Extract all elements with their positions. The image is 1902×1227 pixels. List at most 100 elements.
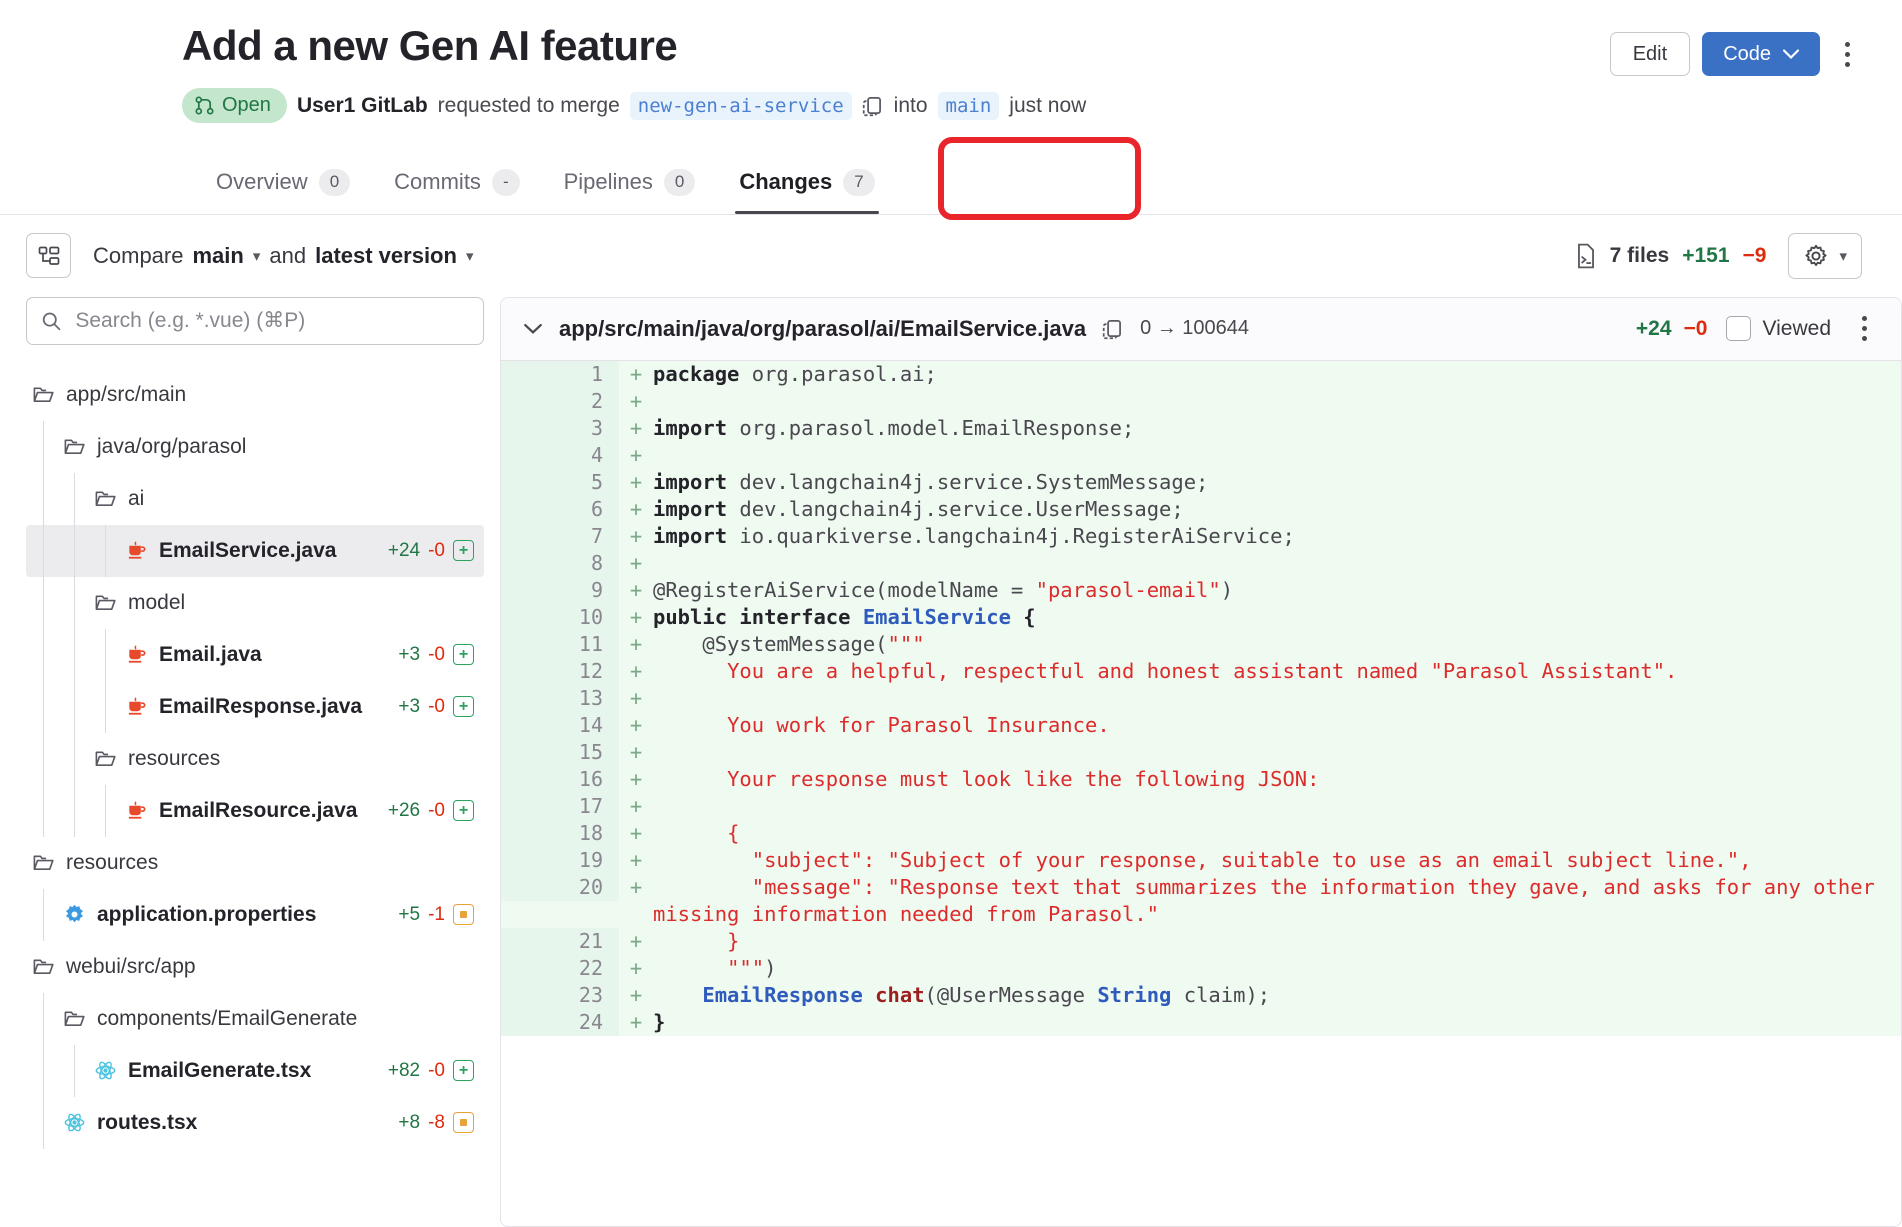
copy-path-icon[interactable] xyxy=(1102,317,1124,341)
diff-line[interactable]: 6+import dev.langchain4j.service.UserMes… xyxy=(501,496,1901,523)
tree-indent-guide xyxy=(43,993,44,1149)
code-token: claim); xyxy=(1171,983,1270,1007)
diff-line[interactable]: 18+ { xyxy=(501,820,1901,847)
diff-line-sign: + xyxy=(619,604,653,631)
code-token: import xyxy=(653,416,727,440)
diff-line-sign: + xyxy=(619,496,653,523)
diff-file-additions: +24 xyxy=(1636,317,1672,341)
code-token: (@UserMessage xyxy=(925,983,1098,1007)
diff-file-menu-button[interactable] xyxy=(1849,312,1879,346)
diff-line[interactable]: 11+ @SystemMessage(""" xyxy=(501,631,1901,658)
tree-item-label: java/org/parasol xyxy=(97,435,246,459)
tab-changes[interactable]: Changes7 xyxy=(719,157,894,213)
diff-line[interactable]: 22+ """) xyxy=(501,955,1901,982)
code-button[interactable]: Code xyxy=(1702,32,1820,76)
diff-line[interactable]: 14+ You work for Parasol Insurance. xyxy=(501,712,1901,739)
diff-line[interactable]: 4+ xyxy=(501,442,1901,469)
tree-file-application-properties[interactable]: application.properties+5-1 xyxy=(26,889,484,941)
target-branch[interactable]: main xyxy=(938,92,1000,120)
diff-line-number: 22 xyxy=(501,955,619,982)
diff-file-path[interactable]: app/src/main/java/org/parasol/ai/EmailSe… xyxy=(559,316,1086,342)
tree-item-additions: +24 xyxy=(388,540,420,562)
tree-folder-resources[interactable]: resources xyxy=(26,837,484,889)
tree-item-label: ai xyxy=(128,487,144,511)
tree-item-icon-slot xyxy=(63,1007,97,1030)
code-token: "message": "Response text that summarize… xyxy=(653,875,1887,926)
diff-line[interactable]: 13+ xyxy=(501,685,1901,712)
compare-base-ref[interactable]: main xyxy=(192,243,243,269)
tree-item-label: routes.tsx xyxy=(97,1111,197,1135)
diff-line-number: 9 xyxy=(501,577,619,604)
diff-line[interactable]: 9+@RegisterAiService(modelName = "paraso… xyxy=(501,577,1901,604)
diff-line-number: 5 xyxy=(501,469,619,496)
tree-folder-java-org-parasol[interactable]: java/org/parasol xyxy=(26,421,484,473)
viewed-toggle[interactable]: Viewed xyxy=(1726,316,1832,341)
merge-request-icon xyxy=(195,96,214,115)
search-icon xyxy=(41,310,61,332)
file-search-input[interactable] xyxy=(73,308,469,334)
diff-line[interactable]: 20+ "message": "Response text that summa… xyxy=(501,874,1901,928)
diff-line[interactable]: 16+ Your response must look like the fol… xyxy=(501,766,1901,793)
diff-line[interactable]: 12+ You are a helpful, respectful and ho… xyxy=(501,658,1901,685)
diff-line[interactable]: 24+} xyxy=(501,1009,1901,1036)
diff-settings-button[interactable]: ▾ xyxy=(1788,233,1862,279)
diff-line-content: import io.quarkiverse.langchain4j.Regist… xyxy=(653,523,1901,550)
tree-item-deletions: -0 xyxy=(428,1060,445,1082)
diff-line[interactable]: 15+ xyxy=(501,739,1901,766)
edit-button[interactable]: Edit xyxy=(1610,32,1690,76)
diff-line[interactable]: 5+import dev.langchain4j.service.SystemM… xyxy=(501,469,1901,496)
tree-folder-app-src-main[interactable]: app/src/main xyxy=(26,369,484,421)
tree-file-emailgenerate-tsx[interactable]: EmailGenerate.tsx+82-0 xyxy=(26,1045,484,1097)
tree-item-additions: +3 xyxy=(398,696,420,718)
diff-line[interactable]: 8+ xyxy=(501,550,1901,577)
file-search-box[interactable] xyxy=(26,297,484,345)
tree-folder-components-emailgenerate[interactable]: components/EmailGenerate xyxy=(26,993,484,1045)
tree-file-emailresponse-java[interactable]: EmailResponse.java+3-0 xyxy=(26,681,484,733)
diff-line[interactable]: 7+import io.quarkiverse.langchain4j.Regi… xyxy=(501,523,1901,550)
diff-line[interactable]: 23+ EmailResponse chat(@UserMessage Stri… xyxy=(501,982,1901,1009)
tree-file-emailservice-java[interactable]: EmailService.java+24-0 xyxy=(26,525,484,577)
diff-line-content: Your response must look like the followi… xyxy=(653,766,1901,793)
compare-head-caret-icon[interactable]: ▾ xyxy=(466,247,474,265)
tree-folder-resources[interactable]: resources xyxy=(26,733,484,785)
tree-folder-ai[interactable]: ai xyxy=(26,473,484,525)
diff-line-content xyxy=(653,685,1901,712)
tree-indent-guide xyxy=(43,421,44,837)
diff-line[interactable]: 19+ "subject": "Subject of your response… xyxy=(501,847,1901,874)
mr-author[interactable]: User1 GitLab xyxy=(297,94,428,118)
diff-line-number: 2 xyxy=(501,388,619,415)
diff-line[interactable]: 17+ xyxy=(501,793,1901,820)
source-branch[interactable]: new-gen-ai-service xyxy=(630,92,852,120)
tab-commits[interactable]: Commits- xyxy=(374,157,539,213)
diff-line-content: import org.parasol.model.EmailResponse; xyxy=(653,415,1901,442)
viewed-checkbox[interactable] xyxy=(1726,316,1751,341)
diff-line-content: You are a helpful, respectful and honest… xyxy=(653,658,1901,685)
diff-line[interactable]: 2+ xyxy=(501,388,1901,415)
tree-indent-guide xyxy=(74,1045,75,1097)
tree-file-email-java[interactable]: Email.java+3-0 xyxy=(26,629,484,681)
diff-line[interactable]: 3+import org.parasol.model.EmailResponse… xyxy=(501,415,1901,442)
compare-base-caret-icon[interactable]: ▾ xyxy=(253,247,261,265)
diff-line-number: 18 xyxy=(501,820,619,847)
tab-pipelines[interactable]: Pipelines0 xyxy=(544,157,716,213)
diff-line[interactable]: 1+package org.parasol.ai; xyxy=(501,361,1901,388)
tree-folder-webui-src-app[interactable]: webui/src/app xyxy=(26,941,484,993)
diff-line-content: EmailResponse chat(@UserMessage String c… xyxy=(653,982,1901,1009)
more-actions-button[interactable] xyxy=(1832,37,1862,71)
folder-icon xyxy=(63,1007,86,1030)
tree-file-routes-tsx[interactable]: routes.tsx+8-8 xyxy=(26,1097,484,1149)
code-token xyxy=(863,983,875,1007)
tree-file-emailresource-java[interactable]: EmailResource.java+26-0 xyxy=(26,785,484,837)
tree-folder-model[interactable]: model xyxy=(26,577,484,629)
copy-branch-icon[interactable] xyxy=(862,94,884,118)
tab-overview[interactable]: Overview0 xyxy=(196,157,370,213)
tree-item-icon-slot xyxy=(32,955,66,978)
diff-line[interactable]: 21+ } xyxy=(501,928,1901,955)
java-icon xyxy=(125,695,148,718)
diff-line[interactable]: 10+public interface EmailService { xyxy=(501,604,1901,631)
tree-item-label: webui/src/app xyxy=(66,955,196,979)
collapse-chevron-icon[interactable] xyxy=(523,322,543,336)
compare-head-ref[interactable]: latest version xyxy=(315,243,457,269)
code-token: dev.langchain4j.service.UserMessage; xyxy=(727,497,1184,521)
file-tree-toggle-button[interactable] xyxy=(26,233,71,278)
